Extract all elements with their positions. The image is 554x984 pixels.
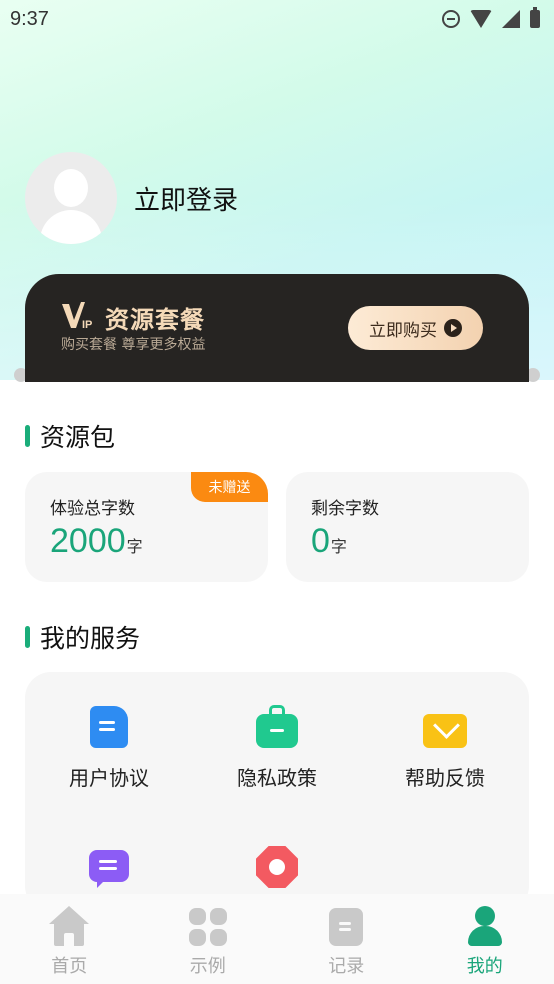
play-circle-icon [444, 319, 462, 337]
battery-icon [530, 7, 540, 28]
services-section-label: 我的服务 [40, 624, 141, 653]
service-label: 帮助反馈 [405, 766, 485, 790]
briefcase-icon [256, 705, 298, 748]
wifi-icon [470, 10, 492, 28]
vip-package-card[interactable]: IP 资源套餐 购买套餐 尊享更多权益 立即购买 [25, 274, 529, 382]
login-entry[interactable]: 立即登录 [25, 152, 238, 244]
do-not-disturb-icon [442, 10, 460, 28]
remaining-words-number: 0 [311, 522, 330, 560]
remaining-words-unit: 字 [330, 537, 347, 556]
vip-title: 资源套餐 [105, 306, 205, 334]
mail-icon [423, 714, 467, 748]
total-words-card: 体验总字数 2000 字 未赠送 [25, 472, 268, 582]
service-privacy-policy[interactable]: 隐私政策 [193, 705, 361, 791]
buy-now-button[interactable]: 立即购买 [348, 306, 483, 350]
remaining-words-value: 0 字 [311, 522, 347, 561]
resource-section-title: 资源包 [25, 418, 115, 454]
grid-icon [188, 908, 227, 946]
avatar-head-icon [54, 169, 88, 207]
octagon-icon [256, 846, 298, 888]
svg-text:IP: IP [82, 319, 92, 331]
section-accent-bar [25, 626, 30, 648]
tab-records-label: 记录 [328, 956, 365, 977]
section-accent-bar [25, 425, 30, 447]
tab-mine[interactable]: 我的 [435, 906, 535, 978]
tab-examples-label: 示例 [189, 956, 226, 977]
status-time: 9:37 [10, 7, 49, 30]
remaining-words-label: 剩余字数 [311, 499, 379, 519]
tab-home[interactable]: 首页 [19, 906, 119, 978]
total-words-unit: 字 [126, 537, 143, 556]
signal-icon [502, 10, 520, 28]
resource-section-label: 资源包 [40, 423, 116, 452]
chat-icon [89, 850, 129, 888]
service-user-agreement[interactable]: 用户协议 [25, 706, 193, 791]
record-icon [329, 908, 364, 946]
profile-icon [466, 906, 504, 946]
total-words-number: 2000 [50, 522, 126, 560]
document-icon [90, 706, 128, 748]
home-icon [49, 906, 90, 946]
bottom-tab-bar: 首页 示例 记录 我的 [0, 894, 554, 984]
login-label[interactable]: 立即登录 [134, 180, 238, 217]
services-section-title: 我的服务 [25, 619, 140, 655]
vip-logo: IP [62, 302, 92, 331]
services-panel: 用户协议 隐私政策 帮助反馈 [25, 672, 529, 912]
tab-examples[interactable]: 示例 [158, 906, 258, 978]
service-help-feedback[interactable]: 帮助反馈 [361, 706, 529, 791]
tab-mine-label: 我的 [466, 956, 503, 977]
status-bar: 9:37 [0, 0, 554, 38]
service-label: 用户协议 [69, 766, 149, 790]
not-gifted-badge: 未赠送 [191, 472, 268, 502]
total-words-label: 体验总字数 [50, 499, 135, 519]
service-label: 隐私政策 [237, 766, 317, 790]
tab-home-label: 首页 [51, 956, 88, 977]
vip-subtitle: 购买套餐 尊享更多权益 [61, 337, 206, 353]
buy-now-label: 立即购买 [369, 320, 437, 341]
service-item-5[interactable] [193, 846, 361, 888]
remaining-words-card: 剩余字数 0 字 [286, 472, 529, 582]
tab-records[interactable]: 记录 [296, 906, 396, 978]
total-words-value: 2000 字 [50, 522, 143, 561]
status-icons [442, 7, 540, 28]
avatar-body-icon [40, 210, 102, 244]
avatar[interactable] [25, 152, 117, 244]
service-item-4[interactable] [25, 842, 193, 888]
